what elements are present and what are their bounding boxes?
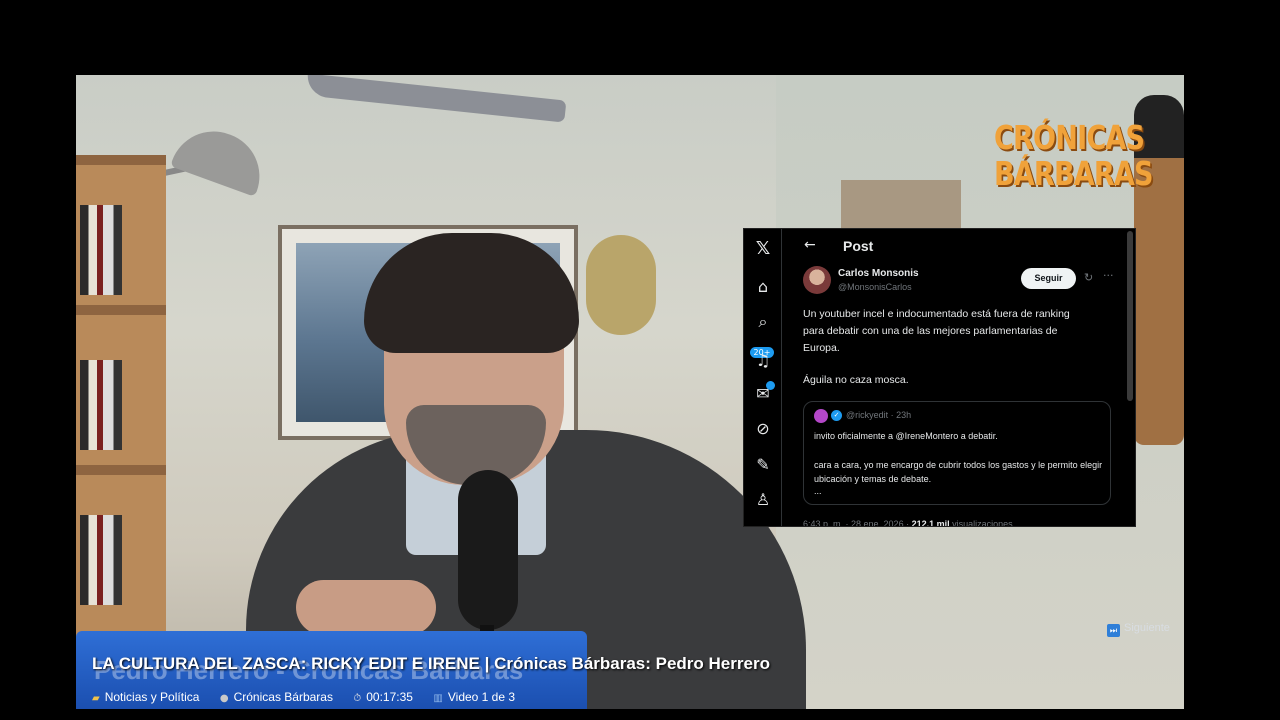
post-header: ← Post <box>790 237 1090 257</box>
shelf-board <box>76 465 166 475</box>
stopwatch-icon: ⏱ <box>353 693 362 704</box>
compose-icon: ✎ <box>756 455 770 474</box>
channel-logo: CRÓNICAS BÁRBARAS <box>994 118 1154 193</box>
video-meta-row: ▰ Noticias y Política ● Crónicas Bárbaras … <box>92 688 531 704</box>
tweet-text: Un youtuber incel e indocumentado está f… <box>803 308 1070 354</box>
follow-button: Seguir <box>1021 268 1076 289</box>
tweet-scrollbar <box>1127 231 1133 401</box>
post-title: Post <box>843 238 874 254</box>
author-name: Carlos Monsonis <box>838 268 919 279</box>
tweet-screenshot: 𝕏 ⌂ ⌕ 20+ ♫ ✉ ⊘ ✎ ♙ ← Post Carlos Monson… <box>743 228 1136 527</box>
category-label: Noticias y Política <box>104 690 200 704</box>
chart-icon: ▥ <box>433 693 443 704</box>
tweet-meta: 6:43 p. m. · 28 ene. 2026 · 212.1 mil vi… <box>803 519 1123 527</box>
playlist-position-meta: ▥ Video 1 de 3 <box>433 690 515 704</box>
more-icon: ··· <box>1103 269 1114 282</box>
wall-turtle <box>586 235 656 335</box>
folder-icon: ▰ <box>92 693 100 704</box>
quote-avatar <box>814 409 828 423</box>
notifications-icon: ♫ <box>755 351 771 370</box>
refresh-icon: ↻ <box>1084 271 1094 284</box>
logo-line-1: CRÓNICAS <box>994 118 1145 157</box>
quote-handle: @rickyedit · 23h <box>846 410 912 420</box>
tweet-author: Carlos Monsonis @MonsonisCarlos Seguir ↻… <box>803 266 1123 296</box>
shelf-board <box>76 305 166 315</box>
category-meta: ▰ Noticias y Política <box>92 690 199 704</box>
verified-icon: ✓ <box>831 410 842 421</box>
duration-meta: ⏱ 00:17:35 <box>353 690 413 704</box>
quote-text-2: cara a cara, yo me encargo de cubrir tod… <box>814 460 1103 484</box>
next-video-button[interactable]: ⏭ Siguiente <box>1107 620 1170 637</box>
bookshelf <box>76 155 166 709</box>
home-icon: ⌂ <box>757 277 769 296</box>
desk-lamp <box>170 119 272 197</box>
x-logo-icon: 𝕏 <box>755 238 771 259</box>
channel-meta: ● Crónicas Bárbaras <box>220 690 333 704</box>
video-frame[interactable]: CRÓNICAS BÁRBARAS 𝕏 ⌂ ⌕ 20+ ♫ ✉ ⊘ ✎ ♙ ← … <box>76 75 1184 709</box>
shelf-board <box>76 155 166 165</box>
avatar <box>803 266 831 294</box>
player-stage: CRÓNICAS BÁRBARAS 𝕏 ⌂ ⌕ 20+ ♫ ✉ ⊘ ✎ ♙ ← … <box>0 0 1280 720</box>
user-icon: ● <box>219 693 229 704</box>
tweet-views: 212.1 mil <box>911 519 950 527</box>
next-label: Siguiente <box>1124 622 1170 634</box>
channel-label: Crónicas Bárbaras <box>233 690 333 704</box>
quote-ellipsis: ... <box>814 486 822 496</box>
search-icon: ⌕ <box>758 312 768 331</box>
books <box>80 515 122 605</box>
back-arrow-icon: ← <box>804 237 816 253</box>
next-track-icon: ⏭ <box>1107 624 1120 637</box>
messages-dot <box>766 381 775 390</box>
video-title: LA CULTURA DEL ZASCA: RICKY EDIT E IRENE… <box>92 654 770 673</box>
wall-sword <box>305 75 567 123</box>
books <box>80 360 122 450</box>
microphone <box>458 470 518 630</box>
author-handle: @MonsonisCarlos <box>838 282 912 292</box>
presenter-hand <box>296 580 436 635</box>
x-sidebar: 𝕏 ⌂ ⌕ 20+ ♫ ✉ ⊘ ✎ ♙ <box>744 229 782 526</box>
logo-line-2: BÁRBARAS <box>994 154 1154 193</box>
playlist-position-label: Video 1 de 3 <box>447 690 516 704</box>
books <box>80 205 122 295</box>
grok-icon: ⊘ <box>756 419 770 438</box>
duration-label: 00:17:35 <box>366 690 413 704</box>
shelf-decoration <box>841 180 961 235</box>
quoted-tweet: ✓ @rickyedit · 23h invito oficialmente a… <box>803 401 1111 505</box>
profile-icon: ♙ <box>755 490 771 509</box>
tweet-content: ← Post Carlos Monsonis @MonsonisCarlos S… <box>790 229 1128 527</box>
tweet-views-label: visualizaciones <box>949 519 1013 527</box>
quote-text-1: invito oficialmente a @IreneMontero a de… <box>814 431 998 441</box>
tweet-text-2: Águila no caza mosca. <box>803 374 909 386</box>
tweet-time: 6:43 p. m. · 28 ene. 2026 · <box>803 519 912 527</box>
